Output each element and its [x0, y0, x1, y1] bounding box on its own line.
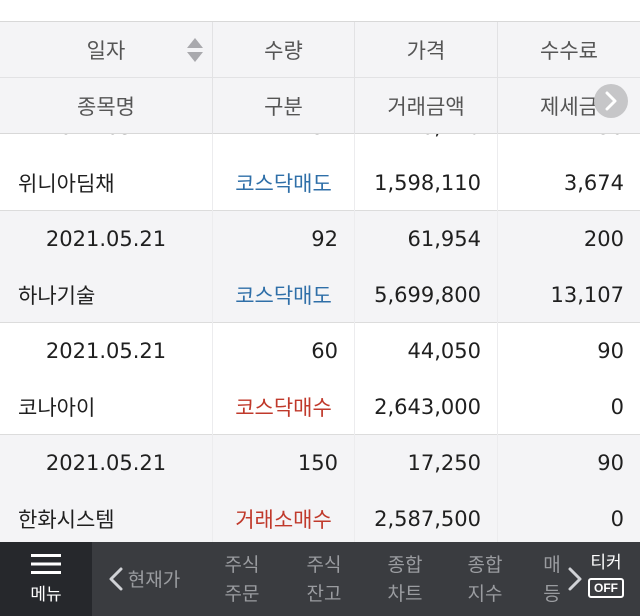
trade-fee: 30	[498, 134, 640, 155]
trade-price: 44,050	[355, 323, 498, 379]
menu-button[interactable]: 메뉴	[0, 542, 92, 616]
nav-label-top: 종합	[467, 554, 503, 576]
stock-name: 하나기술	[0, 267, 213, 323]
trade-amount: 1,598,110	[355, 155, 498, 211]
trade-quantity: 92	[213, 211, 355, 267]
nav-label-top: 매	[543, 554, 561, 576]
list-item[interactable]: 2021.05.21 237 6,218 30 위니아딤채 코스닥매도 1,59…	[0, 134, 640, 211]
sort-icon[interactable]	[185, 36, 205, 64]
header-amount-label: 거래금액	[387, 95, 465, 119]
trade-type: 거래소매수	[213, 491, 355, 542]
trade-price: 17,250	[355, 435, 498, 491]
trade-date: 2021.05.21	[0, 323, 213, 379]
header-stock-name: 종목명	[0, 78, 213, 134]
trade-amount: 2,587,500	[355, 491, 498, 542]
trade-type: 코스닥매수	[213, 379, 355, 435]
nav-chart[interactable]: 종합 차트	[379, 550, 431, 610]
trade-quantity: 237	[213, 134, 355, 155]
header-amount: 거래금액	[355, 78, 498, 134]
ticker-toggle-group[interactable]: 티커 OFF	[586, 552, 626, 598]
trade-amount: 5,699,800	[355, 267, 498, 323]
header-price-label: 가격	[406, 39, 446, 63]
trade-price: 61,954	[355, 211, 498, 267]
bottom-nav-bar: 메뉴 현재가 주식 주문 주식 잔고 종합 차트 종합 지수 매 등 티커 OF…	[0, 542, 640, 616]
trade-amount: 2,643,000	[355, 379, 498, 435]
list-item[interactable]: 2021.05.21 92 61,954 200 하나기술 코스닥매도 5,69…	[0, 211, 640, 323]
header-type-label: 구분	[264, 95, 303, 119]
trade-price: 6,218	[355, 134, 498, 155]
chevron-right-icon	[605, 91, 617, 111]
header-type: 구분	[213, 78, 355, 134]
transaction-list[interactable]: 2021.05.21 237 6,218 30 위니아딤채 코스닥매도 1,59…	[0, 134, 640, 542]
trade-fee: 200	[583, 227, 624, 251]
list-item[interactable]: 2021.05.21 150 17,250 90 한화시스템 거래소매수 2,5…	[0, 435, 640, 542]
chevron-right-icon[interactable]	[566, 564, 584, 594]
trade-tax: 0	[610, 507, 624, 531]
ticker-label: 티커	[590, 553, 622, 573]
nav-label: 현재가	[127, 568, 181, 591]
header-stock-name-label: 종목명	[77, 95, 135, 119]
header-fee-label: 수수료	[540, 39, 598, 63]
header-row-2: 종목명 구분 거래금액 제세금	[0, 78, 640, 134]
trade-type: 코스닥매도	[213, 267, 355, 323]
nav-current-price[interactable]: 현재가	[122, 550, 186, 610]
hamburger-icon	[31, 553, 61, 574]
nav-label-top: 주식	[224, 554, 260, 576]
next-columns-button[interactable]	[594, 84, 628, 118]
header-quantity-label: 수량	[264, 39, 303, 63]
stock-name: 코나아이	[0, 379, 213, 435]
header-fee: 수수료	[498, 22, 640, 78]
trade-quantity: 150	[213, 435, 355, 491]
header-price: 가격	[355, 22, 498, 78]
header-date-label: 일자	[86, 39, 126, 63]
stock-name: 위니아딤채	[0, 155, 213, 211]
top-strip	[0, 0, 640, 22]
header-date[interactable]: 일자	[0, 22, 213, 78]
trade-tax: 0	[610, 395, 624, 419]
trade-date: 2021.05.21	[0, 211, 213, 267]
table-header: 일자 수량 가격 수수료 종목명 구분 거래금액 제세금	[0, 22, 640, 134]
trade-quantity: 60	[213, 323, 355, 379]
nav-stock-order[interactable]: 주식 주문	[216, 550, 268, 610]
nav-index[interactable]: 종합 지수	[459, 550, 511, 610]
nav-label-bottom: 차트	[387, 583, 423, 605]
nav-stock-balance[interactable]: 주식 잔고	[298, 550, 350, 610]
nav-partial-item[interactable]: 매 등	[540, 550, 564, 610]
nav-label-bottom: 지수	[467, 583, 503, 605]
header-quantity: 수량	[213, 22, 355, 78]
ticker-off-toggle[interactable]: OFF	[588, 578, 624, 598]
trade-fee: 90	[597, 339, 624, 363]
nav-label-bottom: 주문	[224, 583, 260, 605]
trade-date: 2021.05.21	[0, 134, 213, 155]
trade-tax: 13,107	[550, 283, 624, 307]
list-item[interactable]: 2021.05.21 60 44,050 90 코나아이 코스닥매수 2,643…	[0, 323, 640, 435]
trade-fee: 90	[597, 451, 624, 475]
trade-tax: 3,674	[563, 171, 624, 195]
nav-label-bottom: 등	[543, 583, 561, 605]
header-tax-label: 제세금	[540, 95, 598, 119]
stock-name: 한화시스템	[0, 491, 213, 542]
nav-label-top: 주식	[306, 554, 342, 576]
trade-date: 2021.05.21	[0, 435, 213, 491]
nav-label-top: 종합	[387, 554, 423, 576]
menu-label: 메뉴	[30, 584, 62, 605]
trade-type: 코스닥매도	[213, 155, 355, 211]
nav-label-bottom: 잔고	[306, 583, 342, 605]
header-row-1: 일자 수량 가격 수수료	[0, 22, 640, 78]
